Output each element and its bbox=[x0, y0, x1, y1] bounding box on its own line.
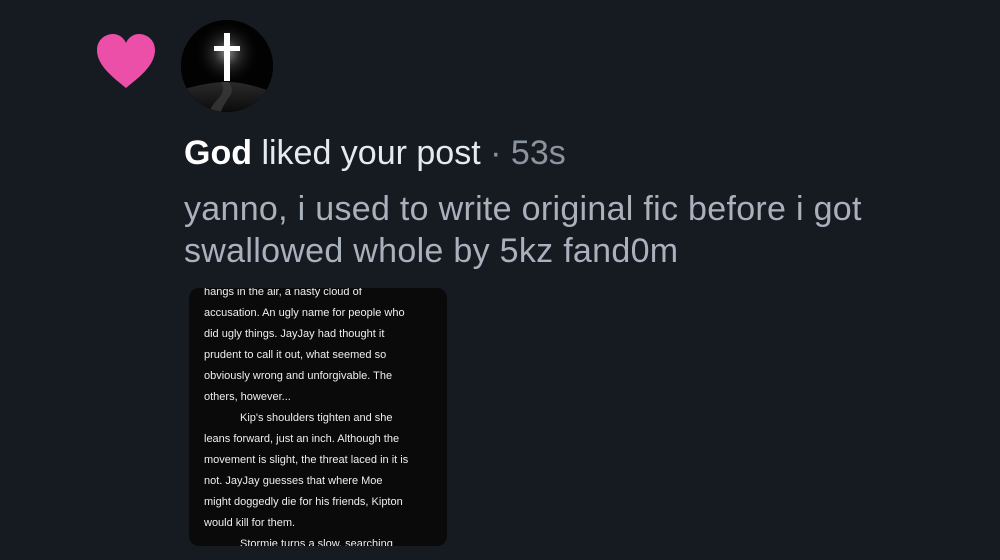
separator-dot: · bbox=[490, 134, 502, 172]
thumbnail-paragraph: hangs in the air, a nasty cloud of accusa… bbox=[204, 288, 436, 408]
thumbnail-line: not. JayJay guesses that where Moe bbox=[204, 475, 383, 487]
thumbnail-paragraph: Stormie turns a slow, searching bbox=[204, 534, 436, 546]
thumbnail-line: prudent to call it out, what seemed so bbox=[204, 349, 387, 361]
thumbnail-line: hangs in the air, a nasty cloud of bbox=[204, 288, 362, 298]
thumbnail-line: might doggedly die for his friends, Kipt… bbox=[204, 496, 403, 508]
thumbnail-line: Kip's shoulders tighten and she bbox=[240, 412, 393, 424]
thumbnail-line: obviously wrong and unforgivable. The bbox=[204, 370, 393, 382]
timestamp: 53s bbox=[510, 134, 566, 172]
thumbnail-text: hangs in the air, a nasty cloud of accusa… bbox=[204, 288, 436, 546]
notification-headline: God liked your post · 53s bbox=[184, 131, 566, 175]
thumbnail-line: movement is slight, the threat laced in … bbox=[204, 454, 409, 466]
actor-name[interactable]: God bbox=[184, 134, 252, 172]
notification-screen: God liked your post · 53s yanno, i used … bbox=[0, 0, 1000, 560]
action-text: liked your post bbox=[261, 134, 481, 172]
thumbnail-line: accusation. An ugly name for people who bbox=[204, 307, 405, 319]
thumbnail-paragraph: Kip's shoulders tighten and she leans for… bbox=[204, 408, 436, 534]
thumbnail-line: would kill for them. bbox=[204, 517, 296, 529]
thumbnail-line: leans forward, just an inch. Although th… bbox=[204, 433, 400, 445]
thumbnail-line: others, however... bbox=[204, 391, 291, 403]
thumbnail-line: did ugly things. JayJay had thought it bbox=[204, 328, 385, 340]
thumbnail-line: Stormie turns a slow, searching bbox=[240, 538, 393, 546]
glowing-cross-icon bbox=[181, 20, 273, 112]
avatar[interactable] bbox=[181, 20, 273, 112]
heart-icon bbox=[94, 30, 158, 94]
post-text[interactable]: yanno, i used to write original fic befo… bbox=[184, 188, 984, 272]
post-image-thumbnail[interactable]: hangs in the air, a nasty cloud of accusa… bbox=[189, 288, 447, 546]
